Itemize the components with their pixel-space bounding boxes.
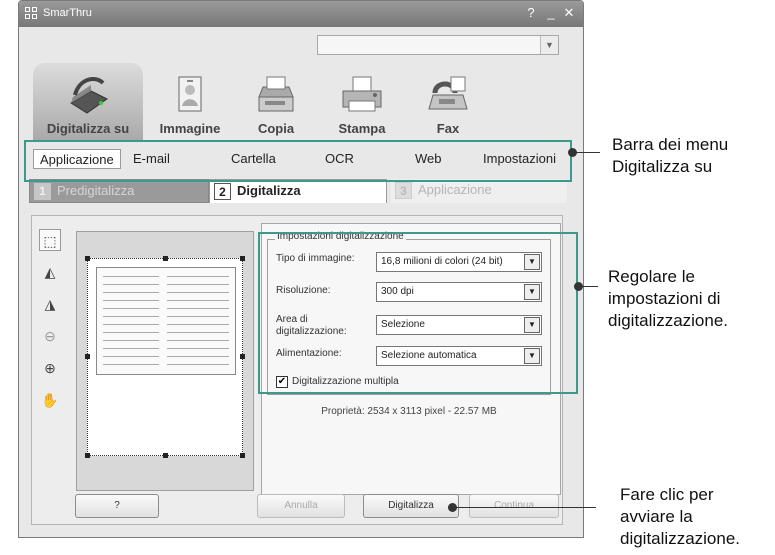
top-navigation: Digitalizza su Immagine Copia Stampa Fax xyxy=(19,63,583,141)
scan-button[interactable]: Digitalizza xyxy=(363,494,459,518)
zoom-in-icon[interactable]: ⊕ xyxy=(39,357,61,379)
fax-icon xyxy=(428,76,468,110)
step-tabs: 1 Predigitalizza 2 Digitalizza 3 Applicazio… xyxy=(19,179,583,203)
step-number: 3 xyxy=(395,182,412,199)
crop-handle[interactable] xyxy=(163,453,168,458)
nav-label: Stampa xyxy=(338,121,386,136)
step-label: Predigitalizza xyxy=(57,183,135,198)
step-predigitalizza[interactable]: 1 Predigitalizza xyxy=(29,179,209,203)
help-button[interactable]: ? xyxy=(75,494,159,518)
nav-label: Copia xyxy=(257,121,295,136)
menu-bar-callout-box xyxy=(24,140,572,182)
title-bar: SmarThru ? _ ✕ xyxy=(19,1,583,27)
nav-label: Fax xyxy=(436,121,460,136)
settings-annotation: Regolare le impostazioni di digitalizzaz… xyxy=(608,267,729,330)
crop-handle[interactable] xyxy=(240,354,245,359)
image-properties: Proprietà: 2534 x 3113 pixel - 22.57 MB xyxy=(321,406,497,417)
step-digitalizza[interactable]: 2 Digitalizza xyxy=(209,179,387,203)
settings-callout-box xyxy=(258,232,578,394)
step-number: 2 xyxy=(214,183,231,200)
crop-handle[interactable] xyxy=(240,453,245,458)
step-label: Digitalizza xyxy=(237,183,301,198)
nav-fax[interactable]: Fax xyxy=(403,63,493,141)
minimize-icon[interactable]: _ xyxy=(543,5,559,21)
crop-handle[interactable] xyxy=(85,453,90,458)
nav-label: Digitalizza su xyxy=(46,121,130,136)
zoom-out-icon[interactable]: ⊖ xyxy=(39,325,61,347)
help-icon[interactable]: ? xyxy=(523,5,539,21)
select-area-icon[interactable]: ⬚ xyxy=(39,229,61,251)
nav-immagine[interactable]: Immagine xyxy=(145,63,235,141)
close-icon[interactable]: ✕ xyxy=(561,5,577,21)
preview-page-image xyxy=(96,267,236,375)
nav-stampa[interactable]: Stampa xyxy=(317,63,407,141)
app-logo-icon xyxy=(25,7,38,20)
image-icon xyxy=(178,76,202,112)
crop-handle[interactable] xyxy=(85,256,90,261)
nav-label: Immagine xyxy=(159,121,221,136)
step-number: 1 xyxy=(34,183,51,200)
flip-horizontal-icon[interactable]: ◭ xyxy=(39,261,61,283)
callout-line xyxy=(456,507,596,508)
step-applicazione: 3 Applicazione xyxy=(391,179,567,203)
device-dropdown[interactable]: ▼ xyxy=(317,35,559,55)
nav-copia[interactable]: Copia xyxy=(231,63,321,141)
crop-handle[interactable] xyxy=(163,256,168,261)
scanner-icon xyxy=(70,77,108,114)
scan-preview[interactable] xyxy=(76,231,254,491)
callout-line xyxy=(576,152,600,153)
hand-pan-icon[interactable]: ✋ xyxy=(39,389,61,411)
callout-line xyxy=(582,286,598,287)
crop-handle[interactable] xyxy=(240,256,245,261)
crop-handle[interactable] xyxy=(85,354,90,359)
scan-button-annotation: Fare clic per avviare la digitalizzazion… xyxy=(620,485,741,548)
preview-document xyxy=(87,258,243,456)
cancel-button: Annulla xyxy=(257,494,345,518)
flip-vertical-icon[interactable]: ◮ xyxy=(39,293,61,315)
printer-icon xyxy=(342,76,382,112)
menu-bar-annotation: Barra dei menu Digitalizza su xyxy=(612,135,729,176)
window-title: SmarThru xyxy=(43,7,92,19)
copier-icon xyxy=(258,76,294,112)
chevron-down-icon[interactable]: ▼ xyxy=(540,36,558,54)
nav-digitalizza-su[interactable]: Digitalizza su xyxy=(33,63,143,141)
continue-button: Continua xyxy=(469,494,559,518)
step-label: Applicazione xyxy=(418,182,492,197)
